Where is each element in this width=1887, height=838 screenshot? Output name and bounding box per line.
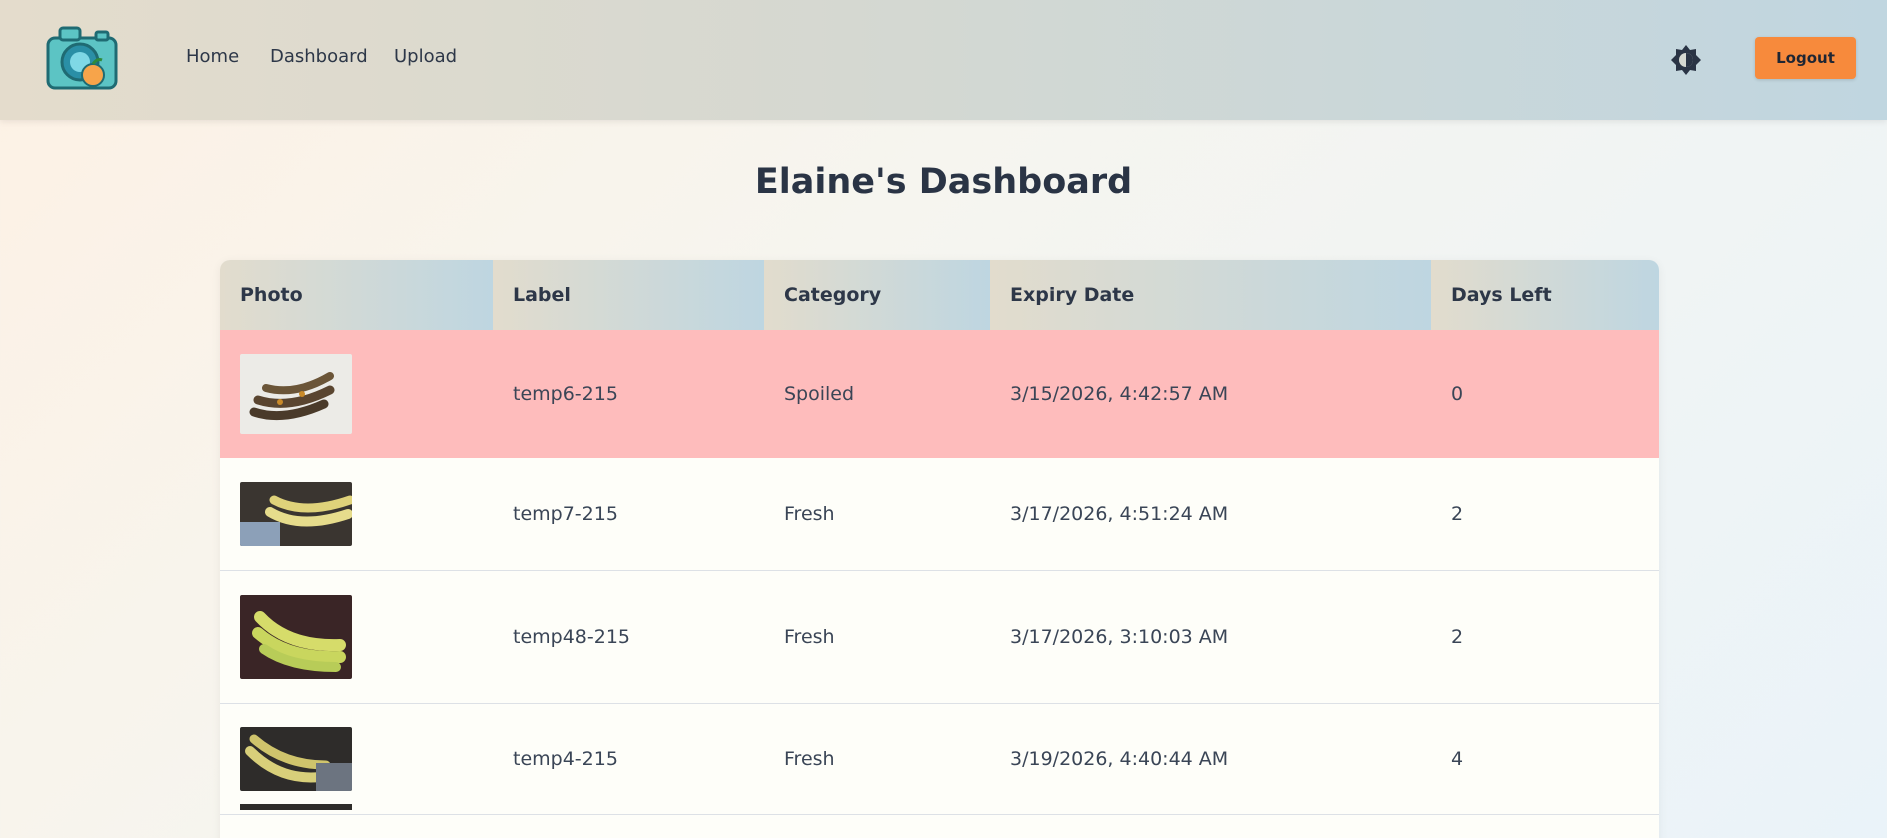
nav-link-dashboard[interactable]: Dashboard — [270, 46, 368, 67]
table-row[interactable]: temp48-215 Fresh 3/17/2026, 3:10:03 AM 2 — [220, 570, 1659, 704]
column-header-days-left: Days Left — [1431, 260, 1659, 330]
column-header-photo: Photo — [220, 260, 493, 330]
category-cell: Fresh — [764, 458, 990, 571]
navbar: Home Dashboard Upload Logout — [0, 0, 1887, 120]
photo-cell — [220, 703, 493, 815]
column-header-expiry-date: Expiry Date — [990, 260, 1431, 330]
label-cell: temp6-215 — [493, 330, 764, 458]
category-cell: Fresh — [764, 703, 990, 815]
banana-photo[interactable] — [240, 481, 352, 546]
table-row[interactable] — [220, 804, 1659, 838]
column-header-label: Label — [493, 260, 764, 330]
label-cell: temp7-215 — [493, 458, 764, 571]
days-left-cell: 2 — [1431, 458, 1659, 571]
nav-link-home[interactable]: Home — [186, 46, 239, 67]
nav-link-upload[interactable]: Upload — [394, 46, 457, 67]
page-title: Elaine's Dashboard — [754, 162, 1133, 202]
days-left-cell: 4 — [1431, 703, 1659, 815]
table-row[interactable]: temp6-215 Spoiled 3/15/2026, 4:42:57 AM … — [220, 330, 1659, 458]
banana-photo[interactable] — [240, 594, 352, 679]
table-row[interactable]: temp7-215 Fresh 3/17/2026, 4:51:24 AM 2 — [220, 458, 1659, 571]
days-left-cell: 2 — [1431, 570, 1659, 704]
expiry-date-cell: 3/17/2026, 4:51:24 AM — [990, 458, 1431, 571]
photo-cell — [220, 804, 493, 838]
camera-logo-icon[interactable] — [44, 22, 120, 92]
banana-photo[interactable] — [240, 354, 352, 434]
expiry-date-cell: 3/19/2026, 4:40:44 AM — [990, 703, 1431, 815]
logout-button[interactable]: Logout — [1755, 37, 1856, 79]
label-cell: temp4-215 — [493, 703, 764, 815]
banana-photo[interactable] — [240, 804, 352, 810]
photo-cell — [220, 458, 493, 571]
days-left-cell: 0 — [1431, 330, 1659, 458]
photo-cell — [220, 330, 493, 458]
category-cell: Fresh — [764, 570, 990, 704]
column-header-category: Category — [764, 260, 990, 330]
expiry-date-cell: 3/15/2026, 4:42:57 AM — [990, 330, 1431, 458]
table-header-row: Photo Label Category Expiry Date Days Le… — [220, 260, 1659, 330]
sun-icon[interactable] — [1670, 44, 1702, 76]
label-cell: temp48-215 — [493, 570, 764, 704]
expiry-date-cell: 3/17/2026, 3:10:03 AM — [990, 570, 1431, 704]
items-table: Photo Label Category Expiry Date Days Le… — [220, 260, 1659, 838]
photo-cell — [220, 570, 493, 704]
table-row[interactable]: temp4-215 Fresh 3/19/2026, 4:40:44 AM 4 — [220, 703, 1659, 815]
banana-photo[interactable] — [240, 726, 352, 791]
category-cell: Spoiled — [764, 330, 990, 458]
